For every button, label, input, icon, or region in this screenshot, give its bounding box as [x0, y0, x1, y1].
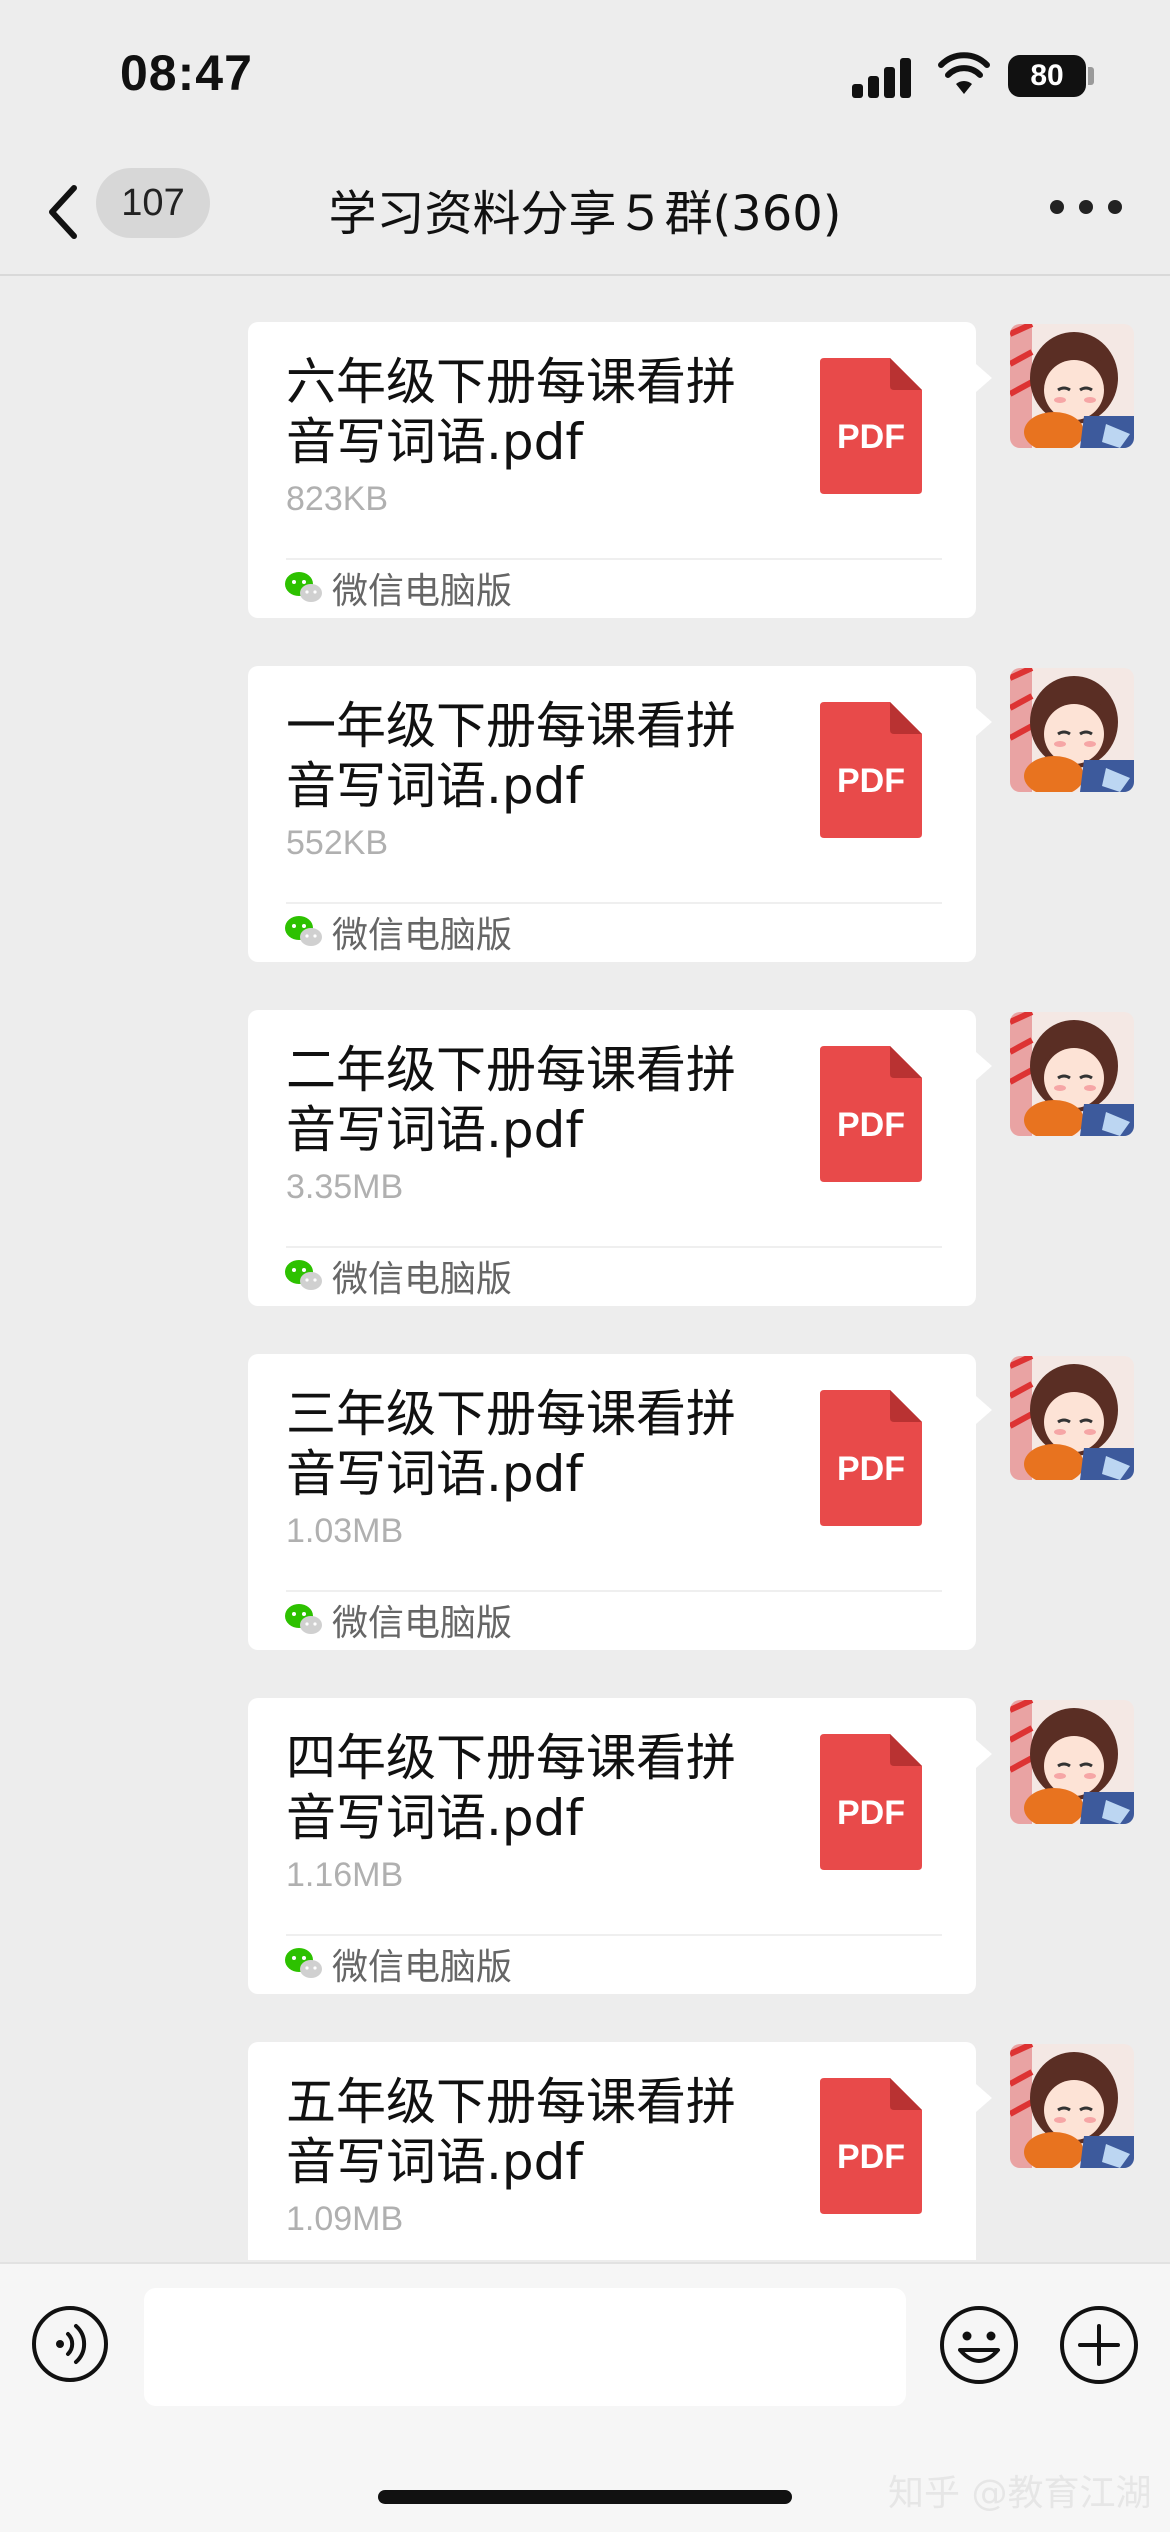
file-size: 3.35MB — [286, 1168, 404, 1206]
file-message[interactable]: 二年级下册每课看拼音写词语.pdf 3.35MB PDF 微信电脑版 — [0, 964, 1170, 1306]
avatar[interactable] — [1010, 1012, 1134, 1136]
file-size: 1.03MB — [286, 1512, 404, 1550]
wechat-icon — [285, 1604, 322, 1634]
file-name: 三年级下册每课看拼音写词语.pdf — [286, 1385, 736, 1503]
back-arrow-icon[interactable] — [44, 182, 84, 242]
file-name: 五年级下册每课看拼音写词语.pdf — [286, 2073, 736, 2191]
avatar[interactable] — [1010, 1700, 1134, 1824]
bubble-divider — [286, 902, 942, 904]
file-name: 一年级下册每课看拼音写词语.pdf — [286, 697, 736, 815]
wechat-icon — [285, 572, 322, 602]
file-name: 四年级下册每课看拼音写词语.pdf — [286, 1729, 736, 1847]
plus-icon[interactable] — [1058, 2304, 1140, 2386]
source-app-label: 微信电脑版 — [332, 1947, 513, 1988]
file-bubble[interactable]: 四年级下册每课看拼音写词语.pdf 1.16MB PDF 微信电脑版 — [248, 1698, 976, 1994]
pdf-file-icon: PDF — [820, 702, 922, 838]
file-message[interactable]: 五年级下册每课看拼音写词语.pdf 1.09MB PDF 微信电脑版 — [0, 1996, 1170, 2260]
avatar[interactable] — [1010, 2044, 1134, 2168]
battery-level: 80 — [1008, 55, 1086, 97]
pdf-file-icon: PDF — [820, 1734, 922, 1870]
message-input[interactable] — [144, 2288, 906, 2406]
file-bubble[interactable]: 三年级下册每课看拼音写词语.pdf 1.03MB PDF 微信电脑版 — [248, 1354, 976, 1650]
source-app-label: 微信电脑版 — [332, 915, 513, 956]
status-bar: 08:47 80 — [0, 0, 1170, 150]
bubble-divider — [286, 1246, 942, 1248]
bubble-tail — [976, 1396, 992, 1424]
bubble-divider — [286, 1934, 942, 1936]
file-size: 552KB — [286, 824, 389, 862]
pdf-type-label: PDF — [837, 1106, 905, 1144]
source-app-label: 微信电脑版 — [332, 1603, 513, 1644]
file-name: 二年级下册每课看拼音写词语.pdf — [286, 1041, 736, 1159]
unread-count-badge[interactable]: 107 — [96, 168, 210, 238]
pdf-file-icon: PDF — [820, 2078, 922, 2214]
avatar[interactable] — [1010, 1356, 1134, 1480]
pdf-type-label: PDF — [837, 418, 905, 456]
chat-header: 107 学习资料分享５群(360) — [0, 150, 1170, 276]
file-size: 1.16MB — [286, 1856, 404, 1894]
voice-icon[interactable] — [30, 2304, 110, 2384]
avatar[interactable] — [1010, 324, 1134, 448]
emoji-icon[interactable] — [938, 2304, 1020, 2386]
wifi-icon — [938, 52, 990, 94]
bubble-divider — [286, 558, 942, 560]
more-icon[interactable] — [1050, 200, 1122, 216]
bubble-tail — [976, 1052, 992, 1080]
wechat-icon — [285, 1260, 322, 1290]
file-size: 1.09MB — [286, 2200, 404, 2238]
avatar[interactable] — [1010, 668, 1134, 792]
file-message[interactable]: 六年级下册每课看拼音写词语.pdf 823KB PDF 微信电脑版 — [0, 276, 1170, 618]
cellular-signal-icon — [852, 56, 914, 98]
message-list[interactable]: 六年级下册每课看拼音写词语.pdf 823KB PDF 微信电脑版 一年级下册每… — [0, 276, 1170, 2260]
file-message[interactable]: 三年级下册每课看拼音写词语.pdf 1.03MB PDF 微信电脑版 — [0, 1308, 1170, 1650]
file-size: 823KB — [286, 480, 389, 518]
file-bubble[interactable]: 二年级下册每课看拼音写词语.pdf 3.35MB PDF 微信电脑版 — [248, 1010, 976, 1306]
pdf-file-icon: PDF — [820, 358, 922, 494]
status-time: 08:47 — [120, 45, 253, 101]
watermark: 知乎 @教育江湖 — [888, 2473, 1152, 2514]
home-indicator[interactable] — [378, 2490, 792, 2504]
file-name: 六年级下册每课看拼音写词语.pdf — [286, 353, 736, 471]
bubble-tail — [976, 708, 992, 736]
file-message[interactable]: 四年级下册每课看拼音写词语.pdf 1.16MB PDF 微信电脑版 — [0, 1652, 1170, 1994]
bubble-tail — [976, 1740, 992, 1768]
bubble-tail — [976, 2084, 992, 2112]
chat-title: 学习资料分享５群(360) — [328, 186, 842, 242]
file-bubble[interactable]: 六年级下册每课看拼音写词语.pdf 823KB PDF 微信电脑版 — [248, 322, 976, 618]
wechat-icon — [285, 1948, 322, 1978]
pdf-type-label: PDF — [837, 1450, 905, 1488]
pdf-type-label: PDF — [837, 762, 905, 800]
source-app-label: 微信电脑版 — [332, 571, 513, 612]
source-app-label: 微信电脑版 — [332, 1259, 513, 1300]
chat-screen: 08:47 80 107 学习资料分享５群(360) 六年级下册每课看拼音写词语… — [0, 0, 1170, 2532]
pdf-type-label: PDF — [837, 1794, 905, 1832]
pdf-file-icon: PDF — [820, 1046, 922, 1182]
bubble-tail — [976, 364, 992, 392]
file-bubble[interactable]: 一年级下册每课看拼音写词语.pdf 552KB PDF 微信电脑版 — [248, 666, 976, 962]
pdf-file-icon: PDF — [820, 1390, 922, 1526]
battery-cap — [1088, 67, 1094, 85]
file-bubble[interactable]: 五年级下册每课看拼音写词语.pdf 1.09MB PDF 微信电脑版 — [248, 2042, 976, 2260]
wechat-icon — [285, 916, 322, 946]
pdf-type-label: PDF — [837, 2138, 905, 2176]
file-message[interactable]: 一年级下册每课看拼音写词语.pdf 552KB PDF 微信电脑版 — [0, 620, 1170, 962]
bubble-divider — [286, 1590, 942, 1592]
